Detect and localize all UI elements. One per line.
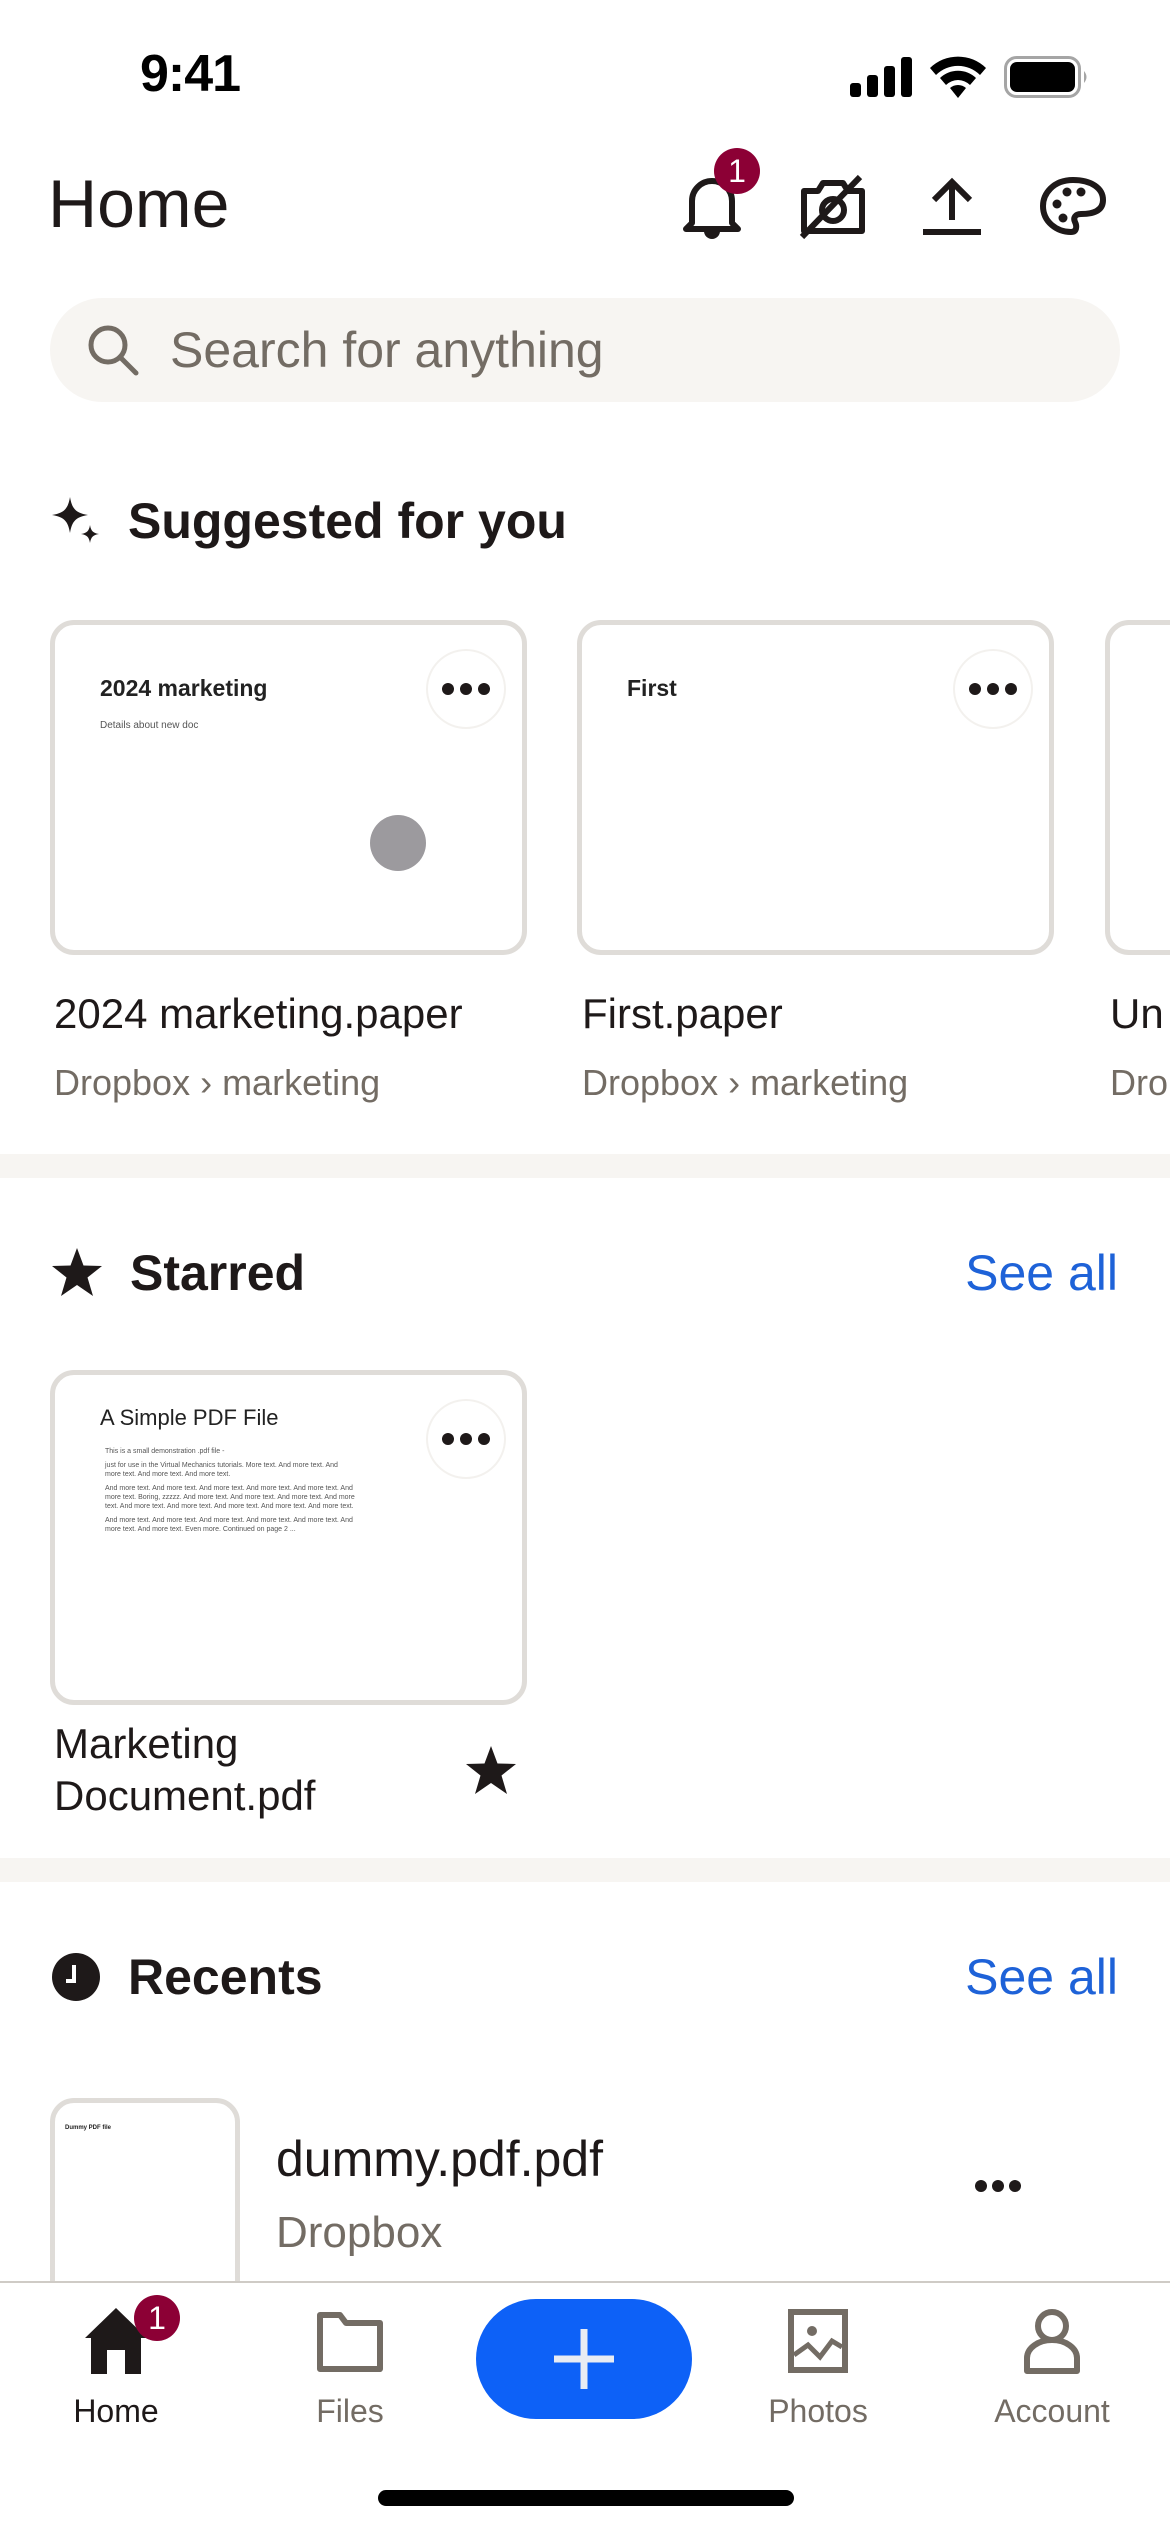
suggested-title: Suggested for you xyxy=(128,493,567,549)
preview-paragraph: This is a small demonstration .pdf file … xyxy=(105,1448,225,1455)
file-path: Dropbox › marketing xyxy=(54,1062,381,1103)
more-icon xyxy=(442,1433,454,1445)
file-name[interactable]: First.paper xyxy=(582,990,783,1038)
search-icon xyxy=(88,325,139,376)
theme-button[interactable] xyxy=(1035,168,1111,244)
preview-paragraph: just for use in the Virtual Mechanics tu… xyxy=(105,1462,338,1478)
search-input[interactable] xyxy=(170,321,1070,379)
suggested-card[interactable]: 2024 marketing Details about new doc xyxy=(50,620,527,955)
folder-icon xyxy=(310,2301,390,2381)
status-icons xyxy=(850,56,1090,98)
nav-label: Files xyxy=(316,2393,384,2429)
camera-uploads-button[interactable] xyxy=(795,168,871,244)
upload-icon xyxy=(923,177,981,235)
file-name-line: Marketing xyxy=(54,1720,239,1767)
person-icon xyxy=(1012,2301,1092,2381)
battery-icon xyxy=(1004,56,1087,98)
suggested-card[interactable] xyxy=(1105,620,1170,955)
starred-card[interactable]: A Simple PDF File This is a small demons… xyxy=(50,1370,527,1705)
wifi-icon xyxy=(930,56,986,98)
notifications-button[interactable]: 1 xyxy=(674,148,760,244)
palette-icon xyxy=(1039,176,1107,236)
file-thumbnail: Dummy PDF file xyxy=(50,2098,240,2308)
recents-header: Recents xyxy=(50,1948,323,2006)
more-icon xyxy=(969,683,981,695)
starred-header: Starred xyxy=(50,1244,305,1302)
preview-title: 2024 marketing xyxy=(100,675,268,701)
more-options-button[interactable] xyxy=(428,1401,504,1477)
preview-paragraph: And more text. And more text. And more t… xyxy=(105,1517,353,1533)
preview-paragraph: And more text. And more text. And more t… xyxy=(105,1485,355,1510)
file-name[interactable]: Marketing Document.pdf xyxy=(54,1718,315,1822)
preview-shape xyxy=(370,815,426,871)
more-options-button[interactable] xyxy=(955,651,1031,727)
status-time: 9:41 xyxy=(140,45,241,103)
page-title: Home xyxy=(48,166,230,242)
preview-body: This is a small demonstration .pdf file … xyxy=(105,1447,355,1539)
clock-icon xyxy=(52,1953,100,2001)
nav-home[interactable]: 1 Home xyxy=(26,2295,206,2430)
file-path: Dro xyxy=(1110,1062,1169,1103)
nav-home-badge: 1 xyxy=(134,2295,180,2341)
preview-title: Dummy PDF file xyxy=(65,2125,112,2131)
home-indicator xyxy=(378,2490,794,2506)
suggested-header: Suggested for you xyxy=(50,492,567,550)
suggested-card[interactable]: First xyxy=(577,620,1054,955)
section-divider xyxy=(0,1154,1170,1178)
section-divider xyxy=(0,1858,1170,1882)
signal-icon xyxy=(850,57,912,97)
preview-subtitle: Details about new doc xyxy=(100,720,199,731)
file-name[interactable]: 2024 marketing.paper xyxy=(54,990,463,1038)
create-button[interactable] xyxy=(476,2299,692,2419)
recents-see-all-link[interactable]: See all xyxy=(965,1948,1118,2006)
nav-label: Photos xyxy=(768,2393,868,2429)
more-icon xyxy=(975,2180,987,2192)
nav-files[interactable]: Files xyxy=(260,2301,440,2430)
plus-icon xyxy=(554,2329,614,2389)
preview-title: A Simple PDF File xyxy=(100,1405,279,1430)
nav-account[interactable]: Account xyxy=(962,2301,1142,2430)
recents-title: Recents xyxy=(128,1949,323,2005)
starred-title: Starred xyxy=(130,1245,306,1301)
file-name[interactable]: dummy.pdf.pdf xyxy=(276,2130,603,2188)
file-path: Dropbox xyxy=(276,2208,443,2257)
more-options-button[interactable] xyxy=(975,2180,1021,2192)
more-icon xyxy=(442,683,454,695)
preview-title: First xyxy=(627,675,677,701)
nav-photos[interactable]: Photos xyxy=(728,2301,908,2430)
file-name-line: Document.pdf xyxy=(54,1772,316,1819)
home-icon: 1 xyxy=(76,2295,180,2381)
more-options-button[interactable] xyxy=(428,651,504,727)
starred-star-icon[interactable] xyxy=(464,1744,518,1798)
search-bar[interactable] xyxy=(50,298,1120,402)
upload-button[interactable] xyxy=(914,168,990,244)
file-name[interactable]: Un xyxy=(1110,990,1164,1038)
sparkle-icon xyxy=(52,497,99,543)
nav-label: Home xyxy=(73,2393,159,2429)
file-path: Dropbox › marketing xyxy=(582,1062,909,1103)
camera-off-icon xyxy=(799,174,865,239)
starred-see-all-link[interactable]: See all xyxy=(965,1244,1118,1302)
star-icon xyxy=(52,1248,102,1296)
nav-label: Account xyxy=(994,2393,1110,2429)
photo-icon xyxy=(778,2301,858,2381)
notification-badge: 1 xyxy=(714,148,760,194)
